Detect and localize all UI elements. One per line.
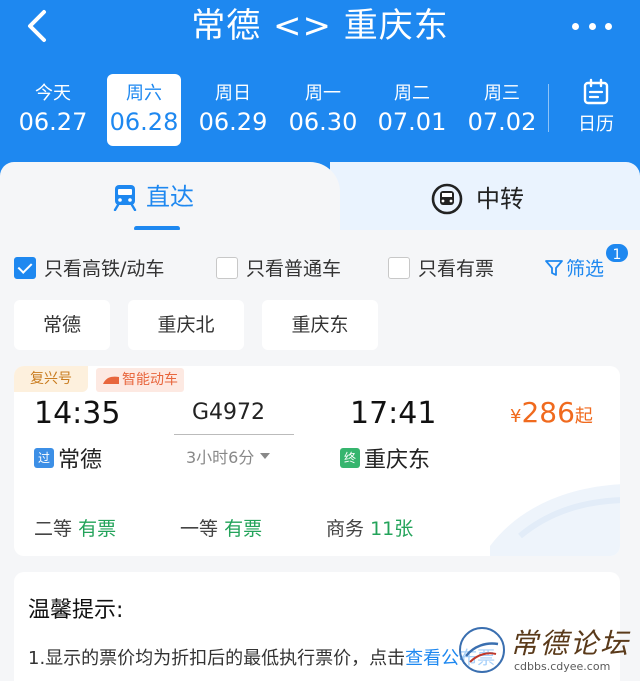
date-selector: 今天 06.27 周六 06.28 周日 06.29 周一 06.30 周二 0… (0, 74, 640, 148)
seat-status: 有票 (78, 518, 117, 540)
date-weekday: 周一 (305, 83, 341, 104)
seat-status: 11张 (370, 518, 414, 540)
from-station-name: 常德 (58, 448, 103, 473)
train-number: G4972 (192, 400, 266, 425)
date-value: 07.01 (377, 108, 447, 136)
seat-class: 商务 (326, 518, 365, 540)
station-chip-chongqingdong[interactable]: 重庆东 (262, 300, 378, 350)
tab-direct-label: 直达 (146, 183, 194, 211)
train-card[interactable]: 复兴号 智能动车 14:35 G4972 17:41 3小时6分 过 常德 终 … (14, 366, 620, 556)
date-weekday: 周日 (215, 83, 251, 104)
from-station: 过 常德 (34, 442, 102, 474)
date-weekday: 今天 (35, 83, 71, 104)
date-item-0701[interactable]: 周二 07.01 (375, 74, 449, 146)
arrival-time: 17:41 (350, 396, 437, 431)
watermark-url: cdbbs.cdyee.com (514, 660, 611, 673)
date-item-0630[interactable]: 周一 06.30 (286, 74, 360, 146)
date-item-0702[interactable]: 周三 07.02 (465, 74, 539, 146)
currency-symbol: ¥ (510, 406, 522, 427)
date-value: 06.30 (288, 108, 358, 136)
duration-text: 3小时6分 (186, 448, 255, 467)
pass-mark: 过 (34, 448, 54, 468)
station-chip-chongqingbei[interactable]: 重庆北 (128, 300, 244, 350)
filter-highspeed-checkbox[interactable]: 只看高铁/动车 (14, 254, 164, 281)
date-weekday: 周六 (126, 83, 162, 104)
top-bar: 常德 <> 重庆东 (0, 0, 640, 56)
terminal-mark: 终 (340, 448, 360, 468)
tips-title: 温馨提示: (28, 598, 124, 623)
to-station: 终 重庆东 (340, 442, 430, 474)
station-chip-changde[interactable]: 常德 (14, 300, 110, 350)
price-value: 286 (521, 396, 575, 429)
price: ¥286起 (510, 396, 593, 429)
train-icon (113, 185, 137, 211)
train-watermark-icon (490, 484, 620, 556)
filter-label: 只看有票 (418, 258, 495, 280)
checkbox-unchecked (216, 256, 238, 279)
watermark-title: 常德论坛 (510, 627, 631, 660)
date-item-0628[interactable]: 周六 06.28 (107, 74, 181, 146)
date-weekday: 周二 (394, 83, 430, 104)
tab-transfer[interactable]: 中转 (430, 182, 524, 216)
date-value: 06.29 (198, 108, 268, 136)
divider (548, 84, 549, 132)
seat-class: 一等 (180, 518, 219, 540)
page-title: 常德 <> 重庆东 (191, 6, 449, 46)
route-tabs: 直达 中转 (0, 162, 640, 232)
tab-transfer-label: 中转 (476, 185, 524, 213)
filter-label: 只看普通车 (246, 258, 342, 280)
filter-bar: 只看高铁/动车 只看普通车 只看有票 筛选 (0, 250, 640, 282)
date-weekday: 周三 (484, 83, 520, 104)
price-suffix: 起 (574, 406, 593, 427)
bullet-train-icon (103, 376, 119, 384)
smart-train-tag: 智能动车 (96, 368, 184, 392)
filter-count-badge: 1 (604, 242, 630, 264)
brand-tag: 复兴号 (14, 366, 88, 392)
checkbox-unchecked (388, 256, 410, 279)
filter-button-label: 筛选 (566, 258, 605, 280)
seat-status: 有票 (224, 518, 263, 540)
more-dots-icon[interactable] (572, 12, 612, 40)
filter-normal-checkbox[interactable]: 只看普通车 (216, 254, 341, 281)
tips-line-text: 1.显示的票价均为折扣后的最低执行票价，点击 (28, 648, 406, 669)
filter-button[interactable]: 筛选 (544, 254, 604, 281)
transfer-train-icon (431, 183, 463, 215)
caret-down-icon (260, 453, 271, 459)
tab-direct[interactable]: 直达 (112, 182, 194, 212)
duration-line (174, 434, 294, 436)
filter-available-checkbox[interactable]: 只看有票 (388, 254, 494, 281)
smart-tag-label: 智能动车 (122, 372, 178, 388)
date-value: 07.02 (467, 108, 537, 136)
date-item-0627[interactable]: 今天 06.27 (16, 74, 90, 146)
checkbox-checked (14, 256, 36, 279)
filter-label: 只看高铁/动车 (44, 258, 165, 280)
funnel-icon (545, 259, 563, 276)
calendar-label: 日历 (578, 114, 614, 135)
date-value: 06.28 (109, 108, 179, 136)
calendar-icon (583, 78, 609, 105)
date-item-0629[interactable]: 周日 06.29 (196, 74, 270, 146)
seat-business-class: 商务 11张 (326, 514, 413, 541)
tips-line: 1.显示的票价均为折扣后的最低执行票价，点击查看公布票 (28, 644, 495, 670)
to-station-name: 重庆东 (364, 448, 431, 473)
departure-time: 14:35 (34, 396, 121, 431)
seat-second-class: 二等 有票 (34, 514, 116, 541)
date-value: 06.27 (18, 108, 88, 136)
seat-class: 二等 (34, 518, 73, 540)
duration-toggle[interactable]: 3小时6分 (186, 444, 272, 468)
seat-first-class: 一等 有票 (180, 514, 262, 541)
forum-logo-icon (459, 627, 505, 673)
forum-watermark: 常德论坛 cdbbs.cdyee.com (456, 620, 640, 681)
calendar-button[interactable]: 日历 (566, 78, 626, 144)
